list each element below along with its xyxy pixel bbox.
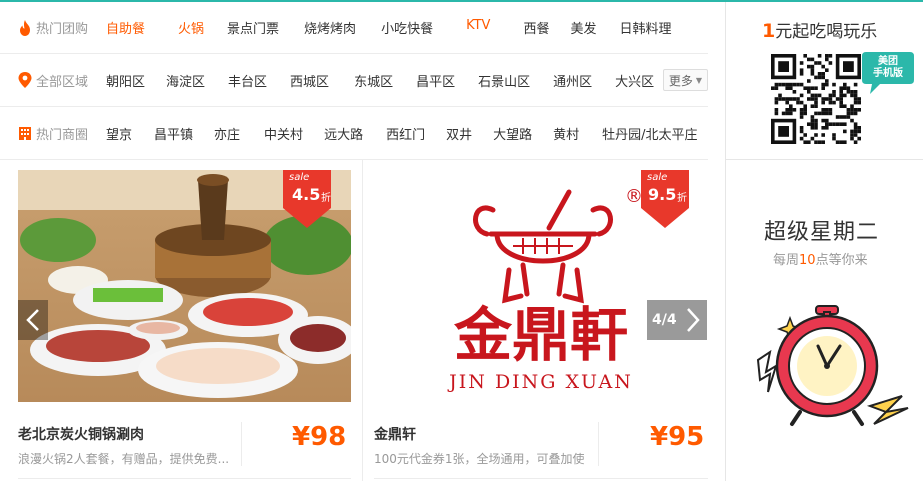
filter-label-text: 热门团购 — [36, 22, 89, 37]
filter-item[interactable]: 美发 — [570, 18, 596, 37]
sale-discount-tag-2: sale 9.5 折 — [641, 170, 689, 228]
price-separator — [241, 422, 242, 466]
sale-word: sale — [647, 172, 668, 183]
filter-item[interactable]: 双井 — [446, 124, 472, 143]
discount-value: 4.5 — [292, 185, 321, 204]
filter-label-district: 热门商圈 — [18, 124, 88, 143]
filter-item[interactable]: 小吃快餐 — [381, 18, 433, 37]
filter-items-district: 望京 昌平镇 亦庄 中关村 远大路 西红门 双井 大望路 黄村 牡丹园/北太平庄 — [106, 124, 698, 143]
qr-code-image — [771, 54, 861, 144]
filter-row-business-district: 热门商圈 望京 昌平镇 亦庄 中关村 远大路 西红门 双井 大望路 黄村 牡丹园/北太平庄 — [0, 107, 708, 160]
deal-name[interactable]: 金鼎轩 — [374, 424, 416, 444]
filter-item[interactable]: 自助餐 — [106, 18, 145, 37]
filter-item[interactable]: 海淀区 — [166, 71, 205, 90]
sub-pre: 每周 — [773, 253, 800, 268]
filter-label-text: 热门商圈 — [36, 127, 89, 143]
promo-title-text: 元起吃喝玩乐 — [775, 22, 878, 42]
more-label: 更多 — [668, 73, 693, 88]
filter-label-area: 全部区域 — [18, 71, 88, 90]
filter-items-area: 朝阳区 海淀区 丰台区 西城区 东城区 昌平区 石景山区 通州区 大兴区 — [106, 71, 654, 90]
deal-price: ¥98 — [292, 422, 347, 452]
super-tuesday-subtitle: 每周10点等你来 — [773, 249, 868, 268]
filter-item[interactable]: 亦庄 — [214, 124, 240, 143]
filter-item[interactable]: 大兴区 — [615, 71, 654, 90]
logo-pinyin: JIN DING XUAN — [447, 371, 633, 393]
deal-description: 100元代金券1张，全场通用，可叠加使... — [374, 452, 584, 466]
filter-item[interactable]: 丰台区 — [228, 71, 267, 90]
filter-item[interactable]: 远大路 — [324, 124, 363, 143]
promo-number: 1 — [762, 20, 776, 42]
sale-word: sale — [289, 172, 310, 183]
discount-unit: 折 — [321, 193, 331, 204]
filter-item[interactable]: 西餐 — [523, 18, 549, 37]
filter-item[interactable]: 朝阳区 — [106, 71, 145, 90]
logo-text: 金鼎軒 — [454, 301, 628, 369]
chevron-left-icon — [26, 309, 39, 331]
filter-item[interactable]: 牡丹园/北太平庄 — [602, 124, 697, 143]
filter-label-text: 全部区域 — [36, 74, 89, 90]
filter-item[interactable]: 西城区 — [290, 71, 329, 90]
flame-icon — [18, 19, 32, 36]
caret-down-icon: ▼ — [695, 75, 703, 85]
filter-item[interactable]: 日韩料理 — [619, 18, 671, 37]
filter-item[interactable]: 通州区 — [553, 71, 592, 90]
filter-item[interactable]: 景点门票 — [227, 18, 279, 37]
filter-item[interactable]: 大望路 — [493, 124, 532, 143]
filter-item[interactable]: 昌平区 — [416, 71, 455, 90]
filter-item[interactable]: 昌平镇 — [154, 124, 193, 143]
app-promo-title[interactable]: 1元起吃喝玩乐 — [762, 17, 877, 42]
card-bottom-line — [18, 478, 351, 479]
chevron-right-icon — [686, 308, 700, 332]
filter-item[interactable]: 石景山区 — [478, 71, 530, 90]
discount-unit: 折 — [677, 193, 687, 204]
discount-value: 9.5 — [648, 185, 677, 204]
more-areas-button[interactable]: 更多 ▼ — [663, 69, 708, 91]
sub-num: 10 — [799, 253, 816, 268]
location-pin-icon — [18, 72, 32, 88]
filter-item[interactable]: 烧烤烤肉 — [304, 18, 356, 37]
right-column-separator — [725, 159, 923, 160]
building-icon — [18, 125, 32, 141]
super-tuesday-title[interactable]: 超级星期二 — [764, 214, 879, 246]
filter-item[interactable]: 西红门 — [386, 124, 425, 143]
carousel-prev-button[interactable] — [18, 300, 48, 340]
filter-item[interactable]: 火锅 — [178, 18, 204, 37]
filter-items-hot-deals: 自助餐 火锅 景点门票 烧烤烤肉 小吃快餐 KTV 西餐 美发 日韩料理 — [106, 18, 671, 37]
deal-name[interactable]: 老北京炭火铜锅涮肉 — [18, 424, 144, 444]
sale-discount-tag-1: sale 4.5 折 — [283, 170, 331, 228]
mobile-app-badge[interactable]: 美团 手机版 — [860, 48, 916, 98]
badge-line-2: 手机版 — [873, 68, 903, 79]
filter-item[interactable]: 东城区 — [354, 71, 393, 90]
deal-price: ¥95 — [650, 422, 705, 452]
filter-item[interactable]: 黄村 — [553, 124, 579, 143]
deal-description: 浪漫火锅2人套餐，有赠品，提供免费... — [18, 452, 228, 466]
filter-row-area: 全部区域 朝阳区 海淀区 丰台区 西城区 东城区 昌平区 石景山区 通州区 大兴区 更多 ▼ — [0, 54, 708, 107]
right-column-divider — [725, 2, 726, 481]
alarm-clock-icon — [756, 305, 909, 426]
filter-row-hot-deals: 热门团购 自助餐 火锅 景点门票 烧烤烤肉 小吃快餐 KTV 西餐 美发 日韩料理 — [0, 2, 708, 54]
card-bottom-line — [374, 478, 708, 479]
sub-post: 点等你来 — [815, 253, 868, 268]
badge-line-1: 美团 — [878, 56, 898, 67]
price-separator — [598, 422, 599, 466]
carousel-pager: 4/4 — [652, 312, 677, 328]
filter-item[interactable]: 望京 — [106, 124, 132, 143]
filter-item[interactable]: KTV — [466, 18, 490, 37]
carousel-next-button[interactable]: 4/4 — [647, 300, 707, 340]
filter-label-hot-deals: 热门团购 — [18, 18, 88, 37]
filter-item[interactable]: 中关村 — [264, 124, 303, 143]
